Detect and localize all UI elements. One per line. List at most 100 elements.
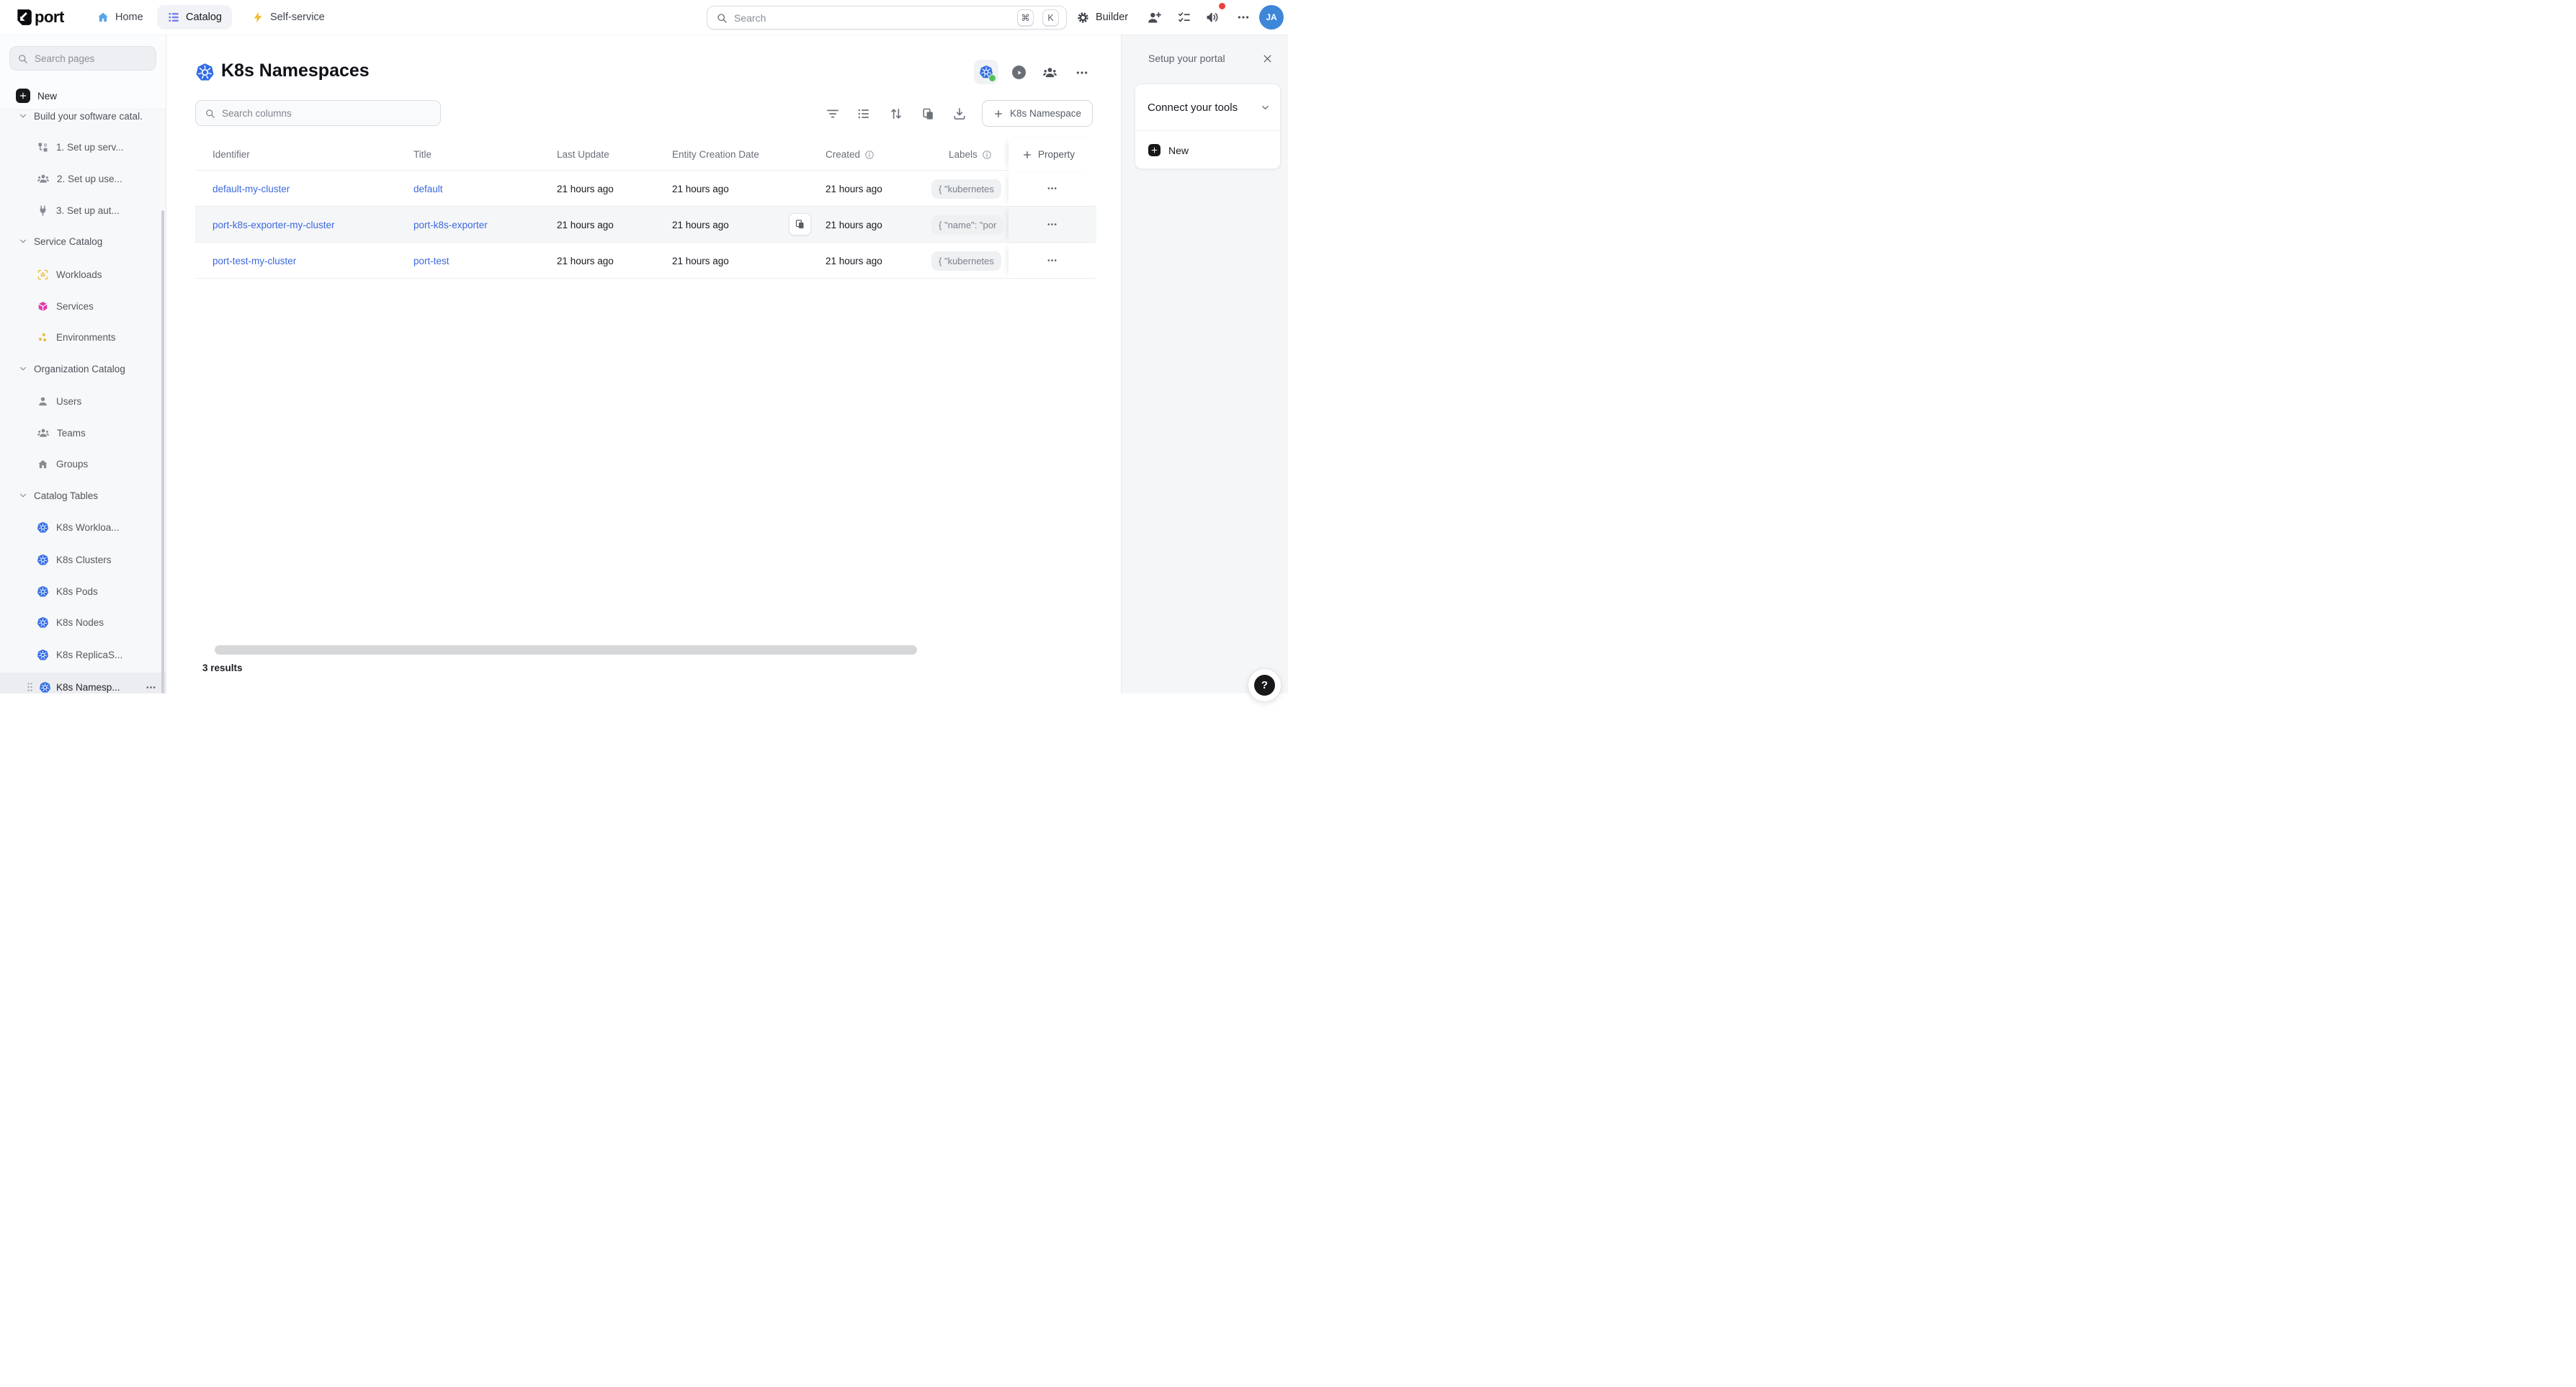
checklist-icon	[1177, 10, 1191, 24]
sidebar-item-k8s-clusters[interactable]: K8s Clusters	[0, 549, 166, 570]
sidebar-new-button[interactable]: New	[0, 85, 166, 107]
avatar[interactable]: JA	[1259, 5, 1284, 30]
sort-button[interactable]	[888, 106, 904, 122]
labels-chip[interactable]: { "kubernetes	[931, 179, 1001, 199]
sidebar-scrollbar[interactable]	[161, 210, 164, 694]
search-columns-input[interactable]	[222, 108, 431, 119]
sidebar-item-k8s-nodes[interactable]: K8s Nodes	[0, 611, 166, 633]
sidebar-item-setup-automations[interactable]: 3. Set up aut...	[0, 199, 166, 221]
info-icon	[982, 150, 992, 160]
kbd-k: K	[1042, 9, 1059, 26]
copy-value-button[interactable]	[789, 213, 811, 235]
help-button[interactable]: ?	[1248, 668, 1282, 702]
panel-new-button[interactable]: New	[1135, 130, 1280, 169]
row-actions-button[interactable]	[1042, 179, 1061, 198]
navbar-more-button[interactable]	[1237, 0, 1250, 35]
cell-entity-creation-date: 21 hours ago	[672, 207, 729, 243]
labels-chip[interactable]: { "name": "por	[931, 215, 1003, 235]
nav-self-service[interactable]: Self-service	[251, 0, 325, 35]
tasks-button[interactable]	[1177, 0, 1191, 35]
cell-identifier[interactable]: port-test-my-cluster	[213, 243, 296, 279]
filter-button[interactable]	[825, 106, 841, 122]
play-icon	[1015, 68, 1024, 77]
blueprint-badge-button[interactable]	[974, 60, 998, 84]
row-sticky-cell	[1009, 171, 1096, 206]
sidebar-search[interactable]	[9, 46, 156, 71]
ellipsis-icon	[1047, 255, 1057, 266]
drag-handle[interactable]	[26, 681, 34, 693]
nav-builder[interactable]: Builder	[1076, 0, 1128, 35]
sidebar-item-setup-users[interactable]: 2. Set up use...	[0, 168, 166, 189]
sidebar-item-users[interactable]: Users	[0, 390, 166, 412]
chevron-down-icon	[18, 490, 28, 501]
column-header-labels[interactable]: Labels	[949, 138, 992, 171]
kubernetes-icon	[37, 521, 49, 534]
sidebar-item-setup-service[interactable]: 1. Set up serv...	[0, 136, 166, 158]
cell-identifier[interactable]: default-my-cluster	[213, 171, 290, 207]
chevron-down-icon	[18, 111, 28, 121]
labels-chip[interactable]: { "kubernetes	[931, 251, 1001, 271]
page-more-button[interactable]	[1075, 66, 1088, 79]
column-header-identifier[interactable]: Identifier	[213, 138, 250, 171]
export-button[interactable]	[952, 106, 967, 122]
kubernetes-icon	[195, 63, 215, 82]
column-header-created[interactable]: Created	[826, 138, 875, 171]
port-logo[interactable]: port	[14, 0, 64, 35]
announcements-button[interactable]	[1205, 0, 1220, 35]
sidebar-item-k8s-workloads[interactable]: K8s Workloa...	[0, 516, 166, 538]
global-search-input[interactable]	[734, 12, 1009, 24]
sidebar-item-k8s-pods[interactable]: K8s Pods	[0, 580, 166, 602]
sidebar-item-teams[interactable]: Teams	[0, 422, 166, 444]
nav-catalog-label: Catalog	[186, 12, 222, 23]
search-columns[interactable]	[195, 100, 441, 126]
column-header-last-update[interactable]: Last Update	[557, 138, 609, 171]
sidebar-item-workloads[interactable]: Workloads	[0, 264, 166, 285]
add-property-button[interactable]: Property	[1009, 138, 1096, 171]
audience-button[interactable]	[1042, 65, 1057, 80]
copy-icon	[921, 107, 935, 121]
row-actions-button[interactable]	[1042, 215, 1061, 234]
sidebar-item-k8s-namespaces[interactable]: K8s Namesp...	[0, 673, 166, 694]
sidebar-item-k8s-replicasets[interactable]: K8s ReplicaS...	[0, 644, 166, 665]
item-menu-icon[interactable]	[146, 682, 156, 693]
people-icon	[1042, 65, 1057, 80]
sidebar-section-catalog-tables[interactable]: Catalog Tables	[0, 485, 166, 506]
column-header-title[interactable]: Title	[413, 138, 431, 171]
column-header-entity-creation-date[interactable]: Entity Creation Date	[672, 138, 759, 171]
ellipsis-icon	[1047, 219, 1057, 230]
page-title: K8s Namespaces	[221, 60, 370, 81]
sidebar-item-groups[interactable]: Groups	[0, 453, 166, 475]
catalog-list-icon	[167, 11, 180, 24]
sidebar-item-services[interactable]: Services	[0, 295, 166, 317]
run-button[interactable]	[1012, 66, 1026, 79]
cell-entity-creation-date: 21 hours ago	[672, 243, 729, 279]
add-entity-button[interactable]: K8s Namespace	[982, 100, 1093, 127]
copy-view-button[interactable]	[920, 106, 936, 122]
nav-self-service-label: Self-service	[270, 12, 325, 23]
sidebar-section-service-catalog[interactable]: Service Catalog	[0, 230, 166, 252]
sidebar-search-input[interactable]	[35, 53, 135, 64]
sidebar: New Build your software catal... 1. Set …	[0, 35, 166, 694]
panel-close-button[interactable]	[1260, 51, 1274, 66]
download-icon	[952, 107, 967, 121]
nav-home[interactable]: Home	[97, 0, 143, 35]
group-by-button[interactable]	[856, 106, 872, 122]
connect-tools-accordion[interactable]: Connect your tools	[1135, 84, 1280, 130]
cell-created: 21 hours ago	[826, 207, 882, 243]
close-icon	[1262, 53, 1273, 64]
table-header: Identifier Title Last Update Entity Crea…	[195, 138, 1096, 171]
cell-title[interactable]: port-test	[413, 243, 450, 279]
sidebar-item-environments[interactable]: Environments	[0, 326, 166, 348]
sidebar-section-build[interactable]: Build your software catal...	[0, 105, 166, 127]
kubernetes-icon	[37, 554, 49, 566]
cell-entity-creation-date: 21 hours ago	[672, 171, 729, 207]
global-search[interactable]: ⌘ K	[707, 6, 1067, 30]
row-actions-button[interactable]	[1042, 251, 1061, 270]
invite-user-button[interactable]	[1147, 0, 1162, 35]
horizontal-scrollbar[interactable]	[215, 645, 917, 655]
cell-identifier[interactable]: port-k8s-exporter-my-cluster	[213, 207, 335, 243]
cell-title[interactable]: port-k8s-exporter	[413, 207, 488, 243]
cell-title[interactable]: default	[413, 171, 443, 207]
sidebar-section-organization-catalog[interactable]: Organization Catalog	[0, 358, 166, 380]
nav-catalog[interactable]: Catalog	[157, 5, 232, 30]
